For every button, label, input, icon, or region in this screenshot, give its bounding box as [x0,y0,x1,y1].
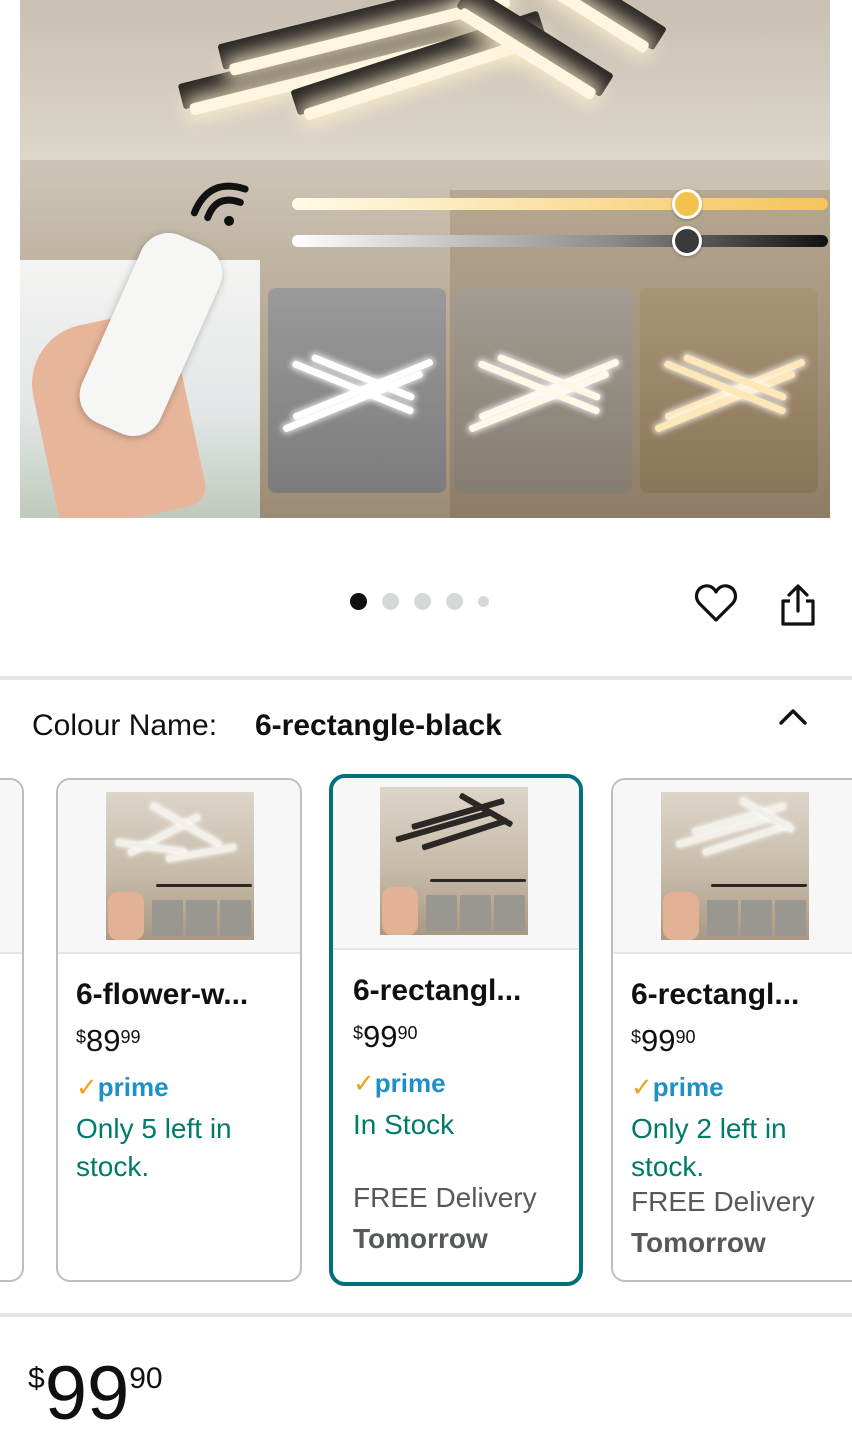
pager-dot[interactable] [382,593,399,610]
prime-label: prime [374,1068,446,1098]
cool-light-swatch [268,288,446,493]
stock-status: In Stock [353,1109,455,1140]
variation-label: Colour Name: [32,709,218,742]
pager-dot[interactable] [414,593,431,610]
price-whole: 99 [641,1023,676,1058]
neutral-light-swatch [454,288,632,493]
product-main-image[interactable] [20,0,830,518]
option-price: $8999 [76,1025,141,1057]
section-divider [0,676,852,680]
section-divider [0,1313,852,1317]
option-price: $9990 [631,1025,696,1057]
prime-check-icon: ✓ [76,1072,98,1102]
stock-status: Only 5 left in stock. [76,1113,232,1182]
option-name: 6-flower-w... [76,978,249,1011]
warmth-slider-graphic [292,189,828,219]
price-cents: 90 [129,1362,163,1395]
stock-status: Only 2 left in stock. [631,1113,787,1182]
share-icon[interactable] [778,583,818,627]
delivery-info: FREE Delivery [631,1186,815,1217]
wireless-signal-icon [190,182,249,226]
price-symbol: $ [353,1023,364,1043]
variation-option-card[interactable]: 6-flower-w... $8999 ✓prime Only 5 left i… [56,778,302,1282]
prime-check-icon: ✓ [631,1072,653,1102]
price-whole: 99 [44,1351,130,1436]
brightness-slider-graphic [292,226,828,256]
pager-dot[interactable] [350,593,367,610]
option-name: 6-rectangl... [631,978,800,1011]
prime-label: prime [97,1072,169,1102]
prime-badge: ✓prime [353,1068,446,1099]
price-cents: 90 [397,1023,418,1043]
variation-option-card-partial[interactable] [0,778,24,1282]
variation-selected-value: 6-rectangle-black [255,709,502,742]
prime-badge: ✓prime [76,1072,169,1103]
price-symbol: $ [631,1027,642,1047]
option-thumbnail-area [613,780,852,954]
pager-dot[interactable] [446,593,463,610]
option-thumbnail [661,792,809,940]
variation-option-card-selected[interactable]: 6-rectangl... $9990 ✓prime In Stock FREE… [329,774,583,1286]
prime-badge: ✓prime [631,1072,724,1103]
price-whole: 89 [86,1023,121,1058]
option-thumbnail-area [58,780,300,954]
image-pager[interactable] [350,593,489,610]
delivery-info: FREE Delivery [353,1182,537,1213]
chevron-up-icon[interactable] [776,703,810,731]
price-whole: 99 [363,1019,398,1054]
slider-knob [672,226,702,256]
option-thumbnail-area [333,778,579,950]
option-name: 6-rectangl... [353,974,522,1007]
price-symbol: $ [76,1027,87,1047]
price-cents: 90 [675,1027,696,1047]
option-thumbnail [106,792,254,940]
prime-check-icon: ✓ [353,1068,375,1098]
heart-icon[interactable] [694,582,738,624]
delivery-day: Tomorrow [353,1223,488,1254]
pager-dot[interactable] [478,596,489,607]
delivery-day: Tomorrow [631,1227,766,1258]
variation-option-card[interactable]: 6-rectangl... $9990 ✓prime Only 2 left i… [611,778,852,1282]
prime-label: prime [652,1072,724,1102]
price-symbol: $ [28,1362,45,1395]
option-thumbnail [380,787,528,935]
slider-knob [672,189,702,219]
warm-light-swatch [640,288,818,493]
option-thumbnail-area [0,780,22,954]
buybox-price: $9990 [28,1356,163,1432]
option-price: $9990 [353,1021,418,1053]
price-cents: 99 [120,1027,141,1047]
